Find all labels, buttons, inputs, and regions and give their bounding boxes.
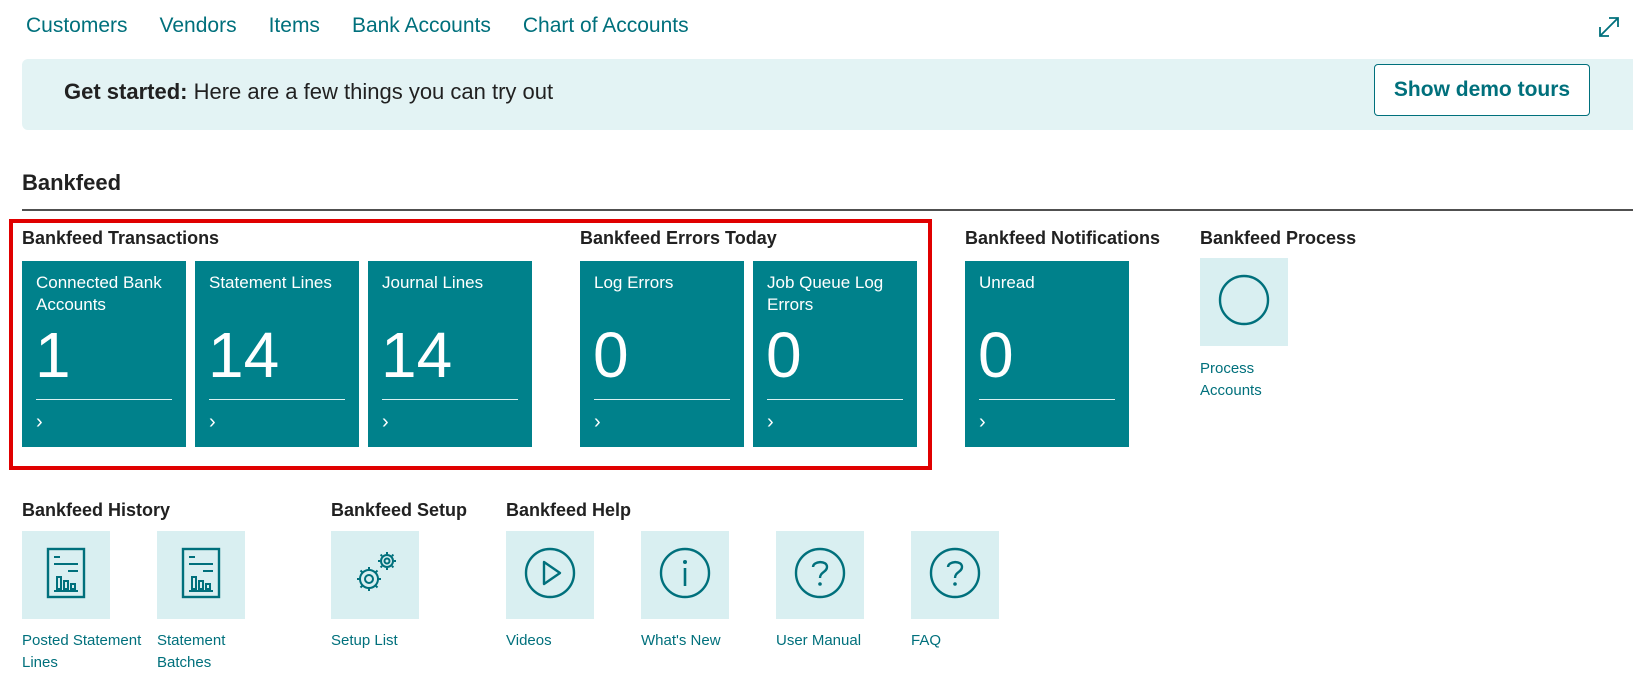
- tile-journal-lines[interactable]: Journal Lines 14 ›: [368, 261, 532, 447]
- tile-divider: [209, 399, 345, 400]
- chevron-right-icon: ›: [767, 411, 774, 433]
- action-label-setup-list[interactable]: Setup List: [331, 630, 421, 652]
- action-videos[interactable]: [506, 531, 594, 619]
- tile-log-errors[interactable]: Log Errors 0 ›: [580, 261, 744, 447]
- question-icon: [929, 547, 981, 604]
- tile-label: Log Errors: [594, 273, 674, 292]
- tile-statement-lines[interactable]: Statement Lines 14 ›: [195, 261, 359, 447]
- tile-value: 1: [35, 319, 71, 391]
- report-icon: [46, 547, 86, 604]
- tile-label: Statement Lines: [209, 273, 332, 292]
- nav-items[interactable]: Items: [269, 14, 320, 38]
- action-label-process-accounts[interactable]: Process Accounts: [1200, 358, 1290, 402]
- action-label-videos[interactable]: Videos: [506, 630, 596, 652]
- tile-value: 14: [381, 319, 453, 391]
- action-posted-statement-lines[interactable]: [22, 531, 110, 619]
- banner-text: Get started: Here are a few things you c…: [64, 79, 553, 105]
- group-title-notifications: Bankfeed Notifications: [965, 228, 1161, 248]
- group-title-process: Bankfeed Process: [1200, 228, 1357, 248]
- action-faq[interactable]: [911, 531, 999, 619]
- chevron-right-icon: ›: [979, 411, 986, 433]
- tile-value: 0: [978, 319, 1014, 391]
- action-statement-batches[interactable]: [157, 531, 245, 619]
- tile-label: Journal Lines: [382, 273, 484, 292]
- top-nav: Customers Vendors Items Bank Accounts Ch…: [26, 14, 689, 38]
- action-setup-list[interactable]: [331, 531, 419, 619]
- action-label-faq[interactable]: FAQ: [911, 630, 1001, 652]
- tile-unread[interactable]: Unread 0 ›: [965, 261, 1129, 447]
- group-title-transactions: Bankfeed Transactions: [22, 228, 220, 248]
- group-title-help: Bankfeed Help: [506, 500, 632, 520]
- info-icon: [659, 547, 711, 604]
- tile-label: Job Queue Log Errors: [767, 273, 884, 314]
- circle-icon: [1218, 274, 1270, 331]
- group-title-errors: Bankfeed Errors Today: [580, 228, 777, 248]
- show-demo-tours-button[interactable]: Show demo tours: [1374, 64, 1590, 116]
- chevron-right-icon: ›: [36, 411, 43, 433]
- tile-divider: [382, 399, 518, 400]
- action-process-accounts[interactable]: [1200, 258, 1288, 346]
- action-label-whats-new[interactable]: What's New: [641, 630, 741, 652]
- action-label-user-manual[interactable]: User Manual: [776, 630, 886, 652]
- banner-bold: Get started:: [64, 79, 188, 104]
- group-title-history: Bankfeed History: [22, 500, 171, 520]
- tile-divider: [594, 399, 730, 400]
- chevron-right-icon: ›: [209, 411, 216, 433]
- question-icon: [794, 547, 846, 604]
- chevron-right-icon: ›: [382, 411, 389, 433]
- action-label-statement-batches[interactable]: Statement Batches: [157, 630, 247, 674]
- tile-value: 0: [766, 319, 802, 391]
- section-divider: [22, 209, 1633, 211]
- gears-icon: [347, 545, 403, 606]
- tile-value: 14: [208, 319, 280, 391]
- play-icon: [524, 547, 576, 604]
- nav-customers[interactable]: Customers: [26, 14, 128, 38]
- report-icon: [181, 547, 221, 604]
- expand-icon[interactable]: [1596, 14, 1622, 40]
- tile-divider: [979, 399, 1115, 400]
- action-user-manual[interactable]: [776, 531, 864, 619]
- group-title-setup: Bankfeed Setup: [331, 500, 468, 520]
- nav-chart-of-accounts[interactable]: Chart of Accounts: [523, 14, 689, 38]
- tile-job-queue-log-errors[interactable]: Job Queue Log Errors 0 ›: [753, 261, 917, 447]
- tile-divider: [36, 399, 172, 400]
- chevron-right-icon: ›: [594, 411, 601, 433]
- section-title: Bankfeed: [22, 170, 122, 195]
- action-label-posted-statement-lines[interactable]: Posted Statement Lines: [22, 630, 152, 674]
- nav-bank-accounts[interactable]: Bank Accounts: [352, 14, 491, 38]
- banner-message: Here are a few things you can try out: [187, 79, 554, 104]
- nav-vendors[interactable]: Vendors: [160, 14, 237, 38]
- tile-divider: [767, 399, 903, 400]
- tile-label: Unread: [979, 273, 1035, 292]
- tile-label: Connected Bank Accounts: [36, 273, 162, 314]
- tile-value: 0: [593, 319, 629, 391]
- action-whats-new[interactable]: [641, 531, 729, 619]
- tile-connected-bank-accounts[interactable]: Connected Bank Accounts 1 ›: [22, 261, 186, 447]
